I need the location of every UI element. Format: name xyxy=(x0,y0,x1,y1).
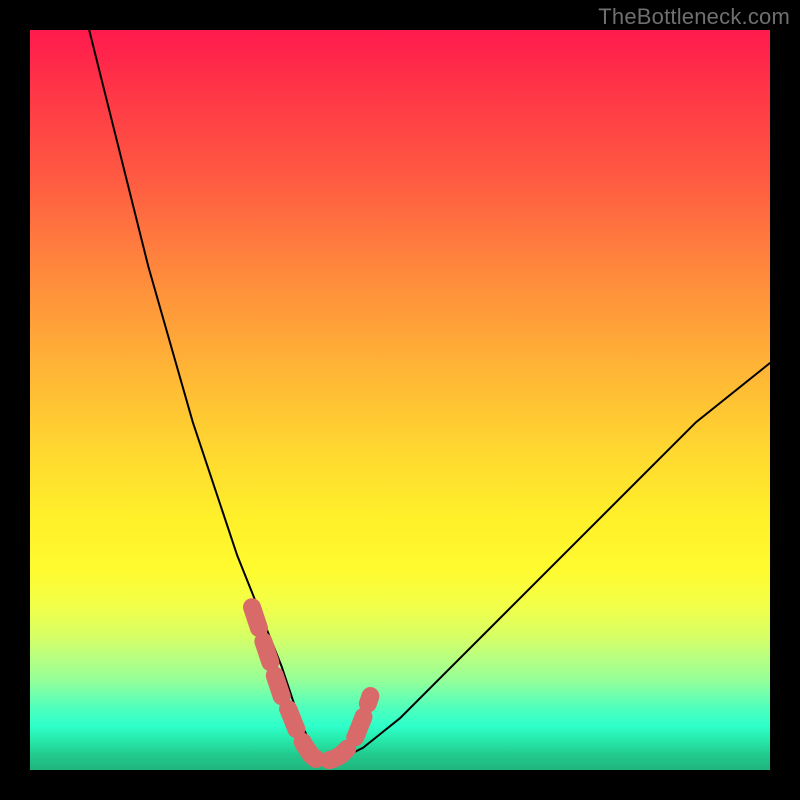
bottleneck-curve xyxy=(89,30,770,761)
plot-area xyxy=(30,30,770,770)
optimal-range-highlight xyxy=(252,607,370,761)
chart-frame: TheBottleneck.com xyxy=(0,0,800,800)
curve-svg xyxy=(30,30,770,770)
watermark-text: TheBottleneck.com xyxy=(598,4,790,30)
